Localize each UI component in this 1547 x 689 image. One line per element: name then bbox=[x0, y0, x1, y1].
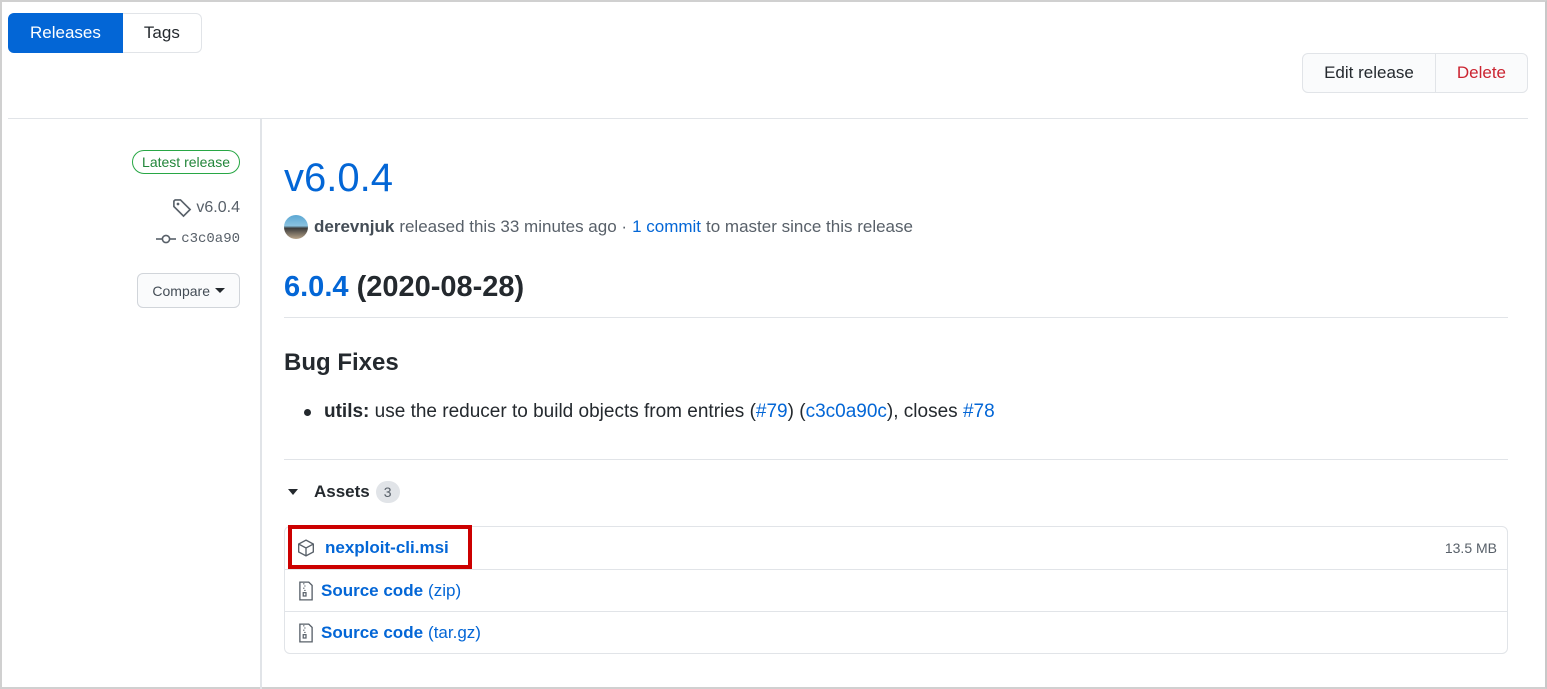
bullet-dot bbox=[304, 408, 311, 416]
assets-toggle[interactable]: Assets 3 bbox=[288, 481, 400, 503]
release-heading: 6.0.4 (2020-08-28) bbox=[284, 271, 524, 304]
source-code-zip-link[interactable]: Source code bbox=[321, 581, 423, 601]
commit-sha: c3c0a90 bbox=[181, 231, 240, 247]
asset-size: 13.5 MB bbox=[1444, 540, 1497, 556]
latest-release-badge: Latest release bbox=[132, 150, 240, 174]
delete-button[interactable]: Delete bbox=[1435, 53, 1528, 93]
avatar[interactable] bbox=[284, 215, 308, 239]
release-actions: Edit release Delete bbox=[1302, 53, 1528, 93]
compare-label: Compare bbox=[152, 282, 210, 299]
scope-label: utils: bbox=[324, 401, 370, 422]
release-byline: derevnjuk released this 33 minutes ago ·… bbox=[284, 215, 913, 239]
release-meta-sidebar: Latest release v6.0.4 c3c0a90 Compare bbox=[0, 119, 262, 689]
assets-count: 3 bbox=[375, 481, 400, 503]
tab-tags[interactable]: Tags bbox=[122, 13, 202, 53]
edit-release-button[interactable]: Edit release bbox=[1302, 53, 1436, 93]
release-tabs: Releases Tags bbox=[8, 13, 202, 53]
fix-text-mid: ) ( bbox=[787, 401, 806, 422]
commit-hash-link[interactable]: c3c0a90c bbox=[806, 401, 887, 423]
asset-row: Source code (tar.gz) bbox=[285, 611, 1507, 653]
assets-list: nexploit-cli.msi 13.5 MB Source code (zi… bbox=[284, 525, 1508, 654]
tab-releases[interactable]: Releases bbox=[8, 13, 123, 53]
asset-link-msi[interactable]: nexploit-cli.msi bbox=[325, 538, 449, 558]
bug-fixes-heading: Bug Fixes bbox=[284, 349, 399, 376]
divider bbox=[284, 459, 1508, 460]
divider bbox=[284, 317, 1508, 318]
tag-icon bbox=[173, 199, 192, 218]
since-text: to master since this release bbox=[706, 217, 913, 236]
git-commit-icon bbox=[156, 234, 177, 244]
issue-link[interactable]: #78 bbox=[963, 401, 995, 423]
fix-text: use the reducer to build objects from en… bbox=[374, 401, 756, 422]
triangle-down-icon bbox=[288, 489, 298, 495]
version-compare-link[interactable]: 6.0.4 bbox=[284, 271, 349, 303]
release-title[interactable]: v6.0.4 bbox=[284, 156, 393, 201]
list-item: utils: use the reducer to build objects … bbox=[304, 401, 995, 423]
commit-link[interactable]: c3c0a90 bbox=[156, 231, 240, 247]
released-text: released this 33 minutes ago · bbox=[399, 217, 628, 236]
asset-ext[interactable]: (zip) bbox=[428, 581, 461, 601]
package-icon bbox=[298, 539, 314, 557]
pr-link[interactable]: #79 bbox=[756, 401, 788, 423]
author-link[interactable]: derevnjuk bbox=[314, 217, 394, 237]
assets-label: Assets bbox=[314, 482, 370, 501]
asset-row: Source code (zip) bbox=[285, 569, 1507, 611]
release-date: (2020-08-28) bbox=[356, 271, 525, 303]
asset-row: nexploit-cli.msi 13.5 MB bbox=[285, 525, 1507, 569]
tag-link[interactable]: v6.0.4 bbox=[172, 198, 240, 218]
compare-button[interactable]: Compare bbox=[137, 273, 240, 308]
file-zip-icon bbox=[299, 580, 313, 601]
source-code-targz-link[interactable]: Source code bbox=[321, 623, 423, 643]
closes-text: ), closes bbox=[886, 401, 958, 422]
commits-link[interactable]: 1 commit bbox=[632, 217, 701, 237]
file-zip-icon bbox=[299, 622, 313, 643]
asset-ext[interactable]: (tar.gz) bbox=[428, 623, 481, 643]
tag-name: v6.0.4 bbox=[196, 199, 240, 216]
caret-down-icon bbox=[215, 288, 225, 293]
